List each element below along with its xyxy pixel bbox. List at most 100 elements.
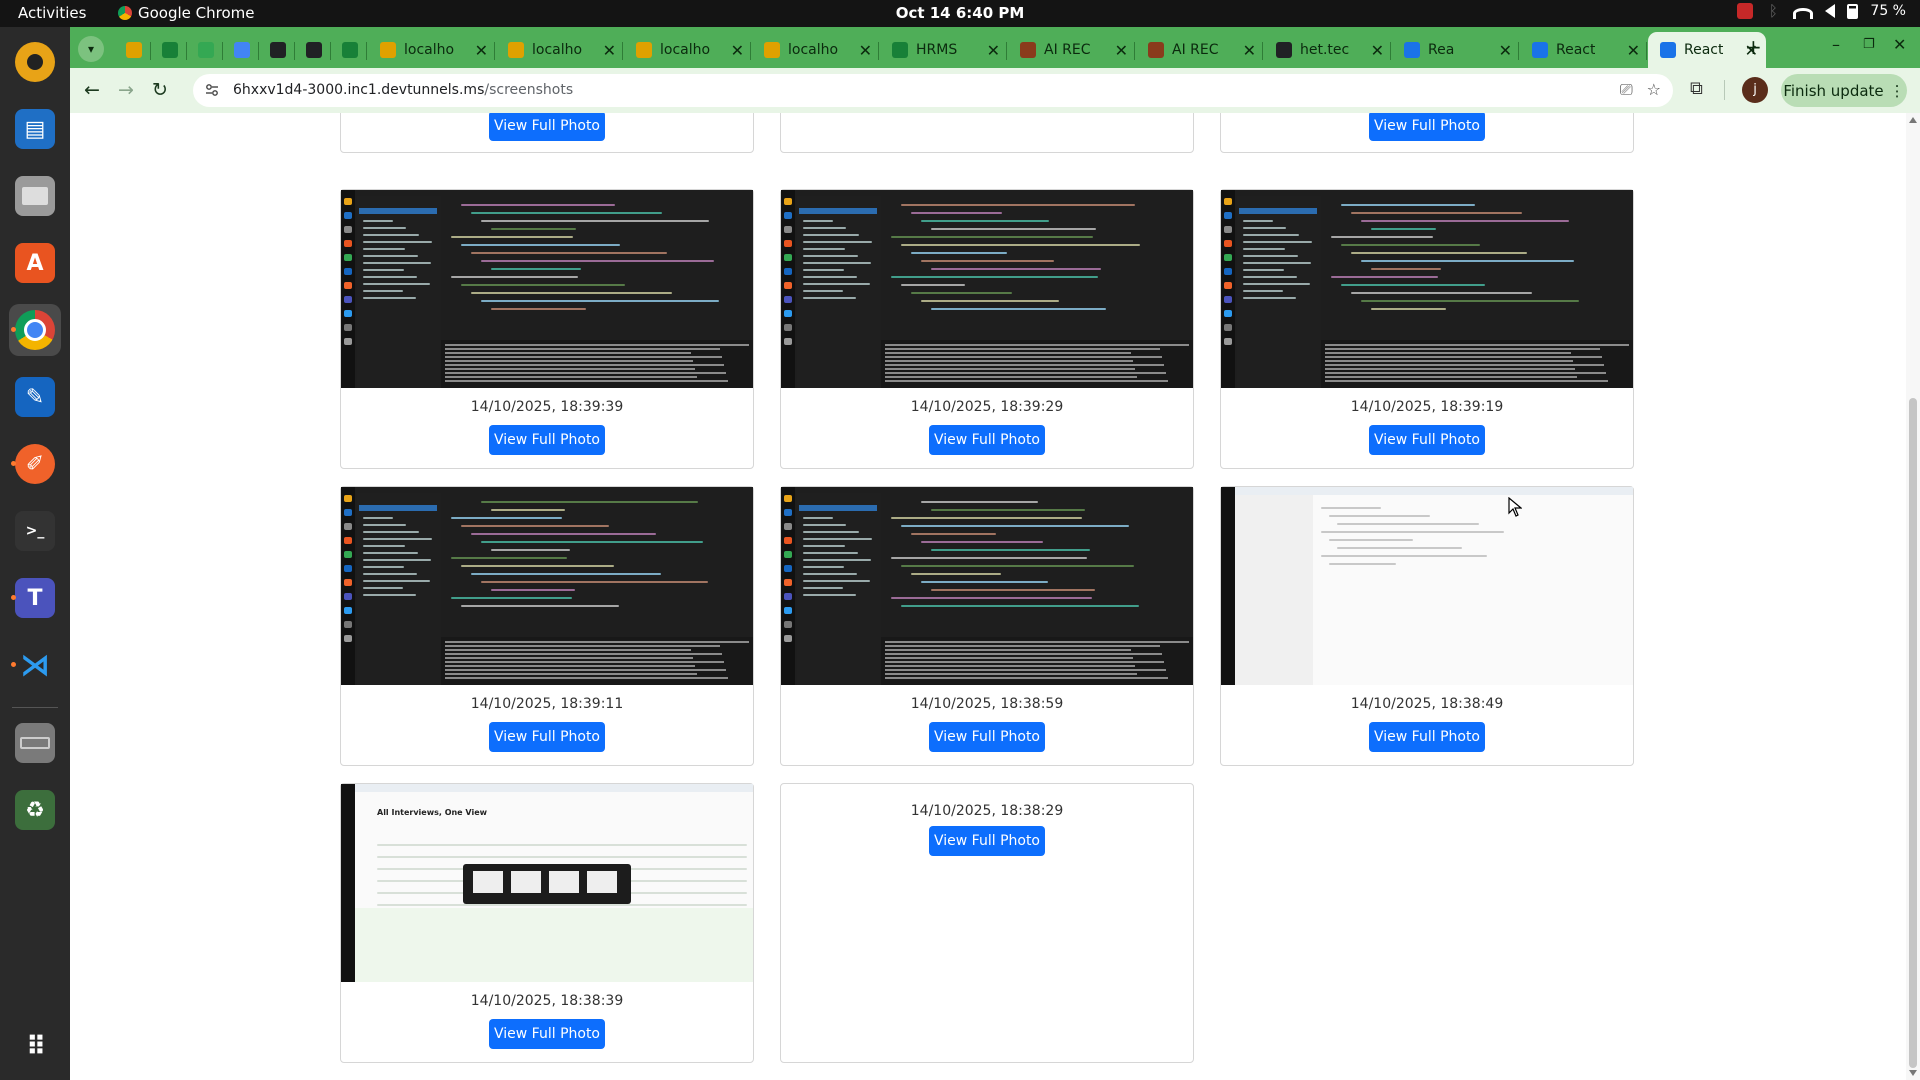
dock-terminal[interactable]: >_ (9, 505, 61, 557)
thumb-code-line (451, 557, 567, 559)
dock-vscode[interactable]: ⋊ (9, 639, 61, 691)
tab-favicon-icon (1660, 42, 1676, 58)
battery-icon[interactable] (1847, 3, 1859, 19)
thumb-explorer (357, 493, 441, 685)
tab-favicon-icon (126, 42, 142, 58)
page-viewport[interactable]: 14/10/2025, 18:40:09View Full Photo 14/10… (70, 113, 1920, 1080)
scrollbar-thumb[interactable] (1909, 398, 1917, 1068)
browser-tab[interactable]: localho ✕ (752, 32, 880, 68)
browser-tab[interactable]: AI REC ✕ (1136, 32, 1264, 68)
view-full-photo-button[interactable]: View Full Photo (489, 722, 605, 752)
browser-tab[interactable]: het.tec ✕ (1264, 32, 1392, 68)
wifi-icon[interactable] (1793, 7, 1814, 19)
view-full-photo-button[interactable]: View Full Photo (929, 722, 1045, 752)
thumb-code-line (481, 220, 709, 222)
dock-text-editor[interactable]: ✎ (9, 371, 61, 423)
dock-chrome[interactable] (9, 304, 61, 356)
minimize-button[interactable]: – (1832, 35, 1840, 54)
tab-close-icon[interactable]: ✕ (1115, 41, 1128, 60)
clock[interactable]: Oct 14 6:40 PM (0, 4, 1920, 22)
volume-icon[interactable] (1825, 4, 1836, 18)
screenshot-thumbnail[interactable] (1221, 190, 1633, 388)
dock-libreoffice-writer[interactable]: ▤ (9, 103, 61, 155)
browser-tab[interactable]: Rea ✕ (1392, 32, 1520, 68)
browser-tab[interactable]: localho ✕ (496, 32, 624, 68)
tab-separator (878, 42, 879, 60)
thumb-table-line (377, 856, 747, 858)
dock-app-center[interactable]: A (9, 237, 61, 289)
notification-app-icon[interactable] (1737, 3, 1754, 19)
restore-button[interactable]: ❐ (1863, 37, 1875, 52)
browser-tab[interactable]: React ✕ (1520, 32, 1648, 68)
tab-close-icon[interactable]: ✕ (1243, 41, 1256, 60)
bookmark-star-icon[interactable]: ☆ (1647, 80, 1661, 100)
view-full-photo-button[interactable]: View Full Photo (1369, 113, 1485, 141)
dock-teams[interactable]: T (9, 572, 61, 624)
close-window-button[interactable]: ✕ (1893, 35, 1906, 54)
back-button[interactable]: ← (80, 78, 104, 102)
screenshot-thumbnail[interactable] (341, 190, 753, 388)
new-tab-button[interactable]: + (1745, 35, 1762, 59)
tab-search-button[interactable]: ▾ (78, 36, 104, 62)
kebab-menu-icon: ⋮ (1889, 81, 1905, 100)
screenshot-thumbnail[interactable]: All Interviews, One View (341, 784, 753, 982)
browser-tab[interactable]: localho ✕ (368, 32, 496, 68)
profile-avatar[interactable]: j (1742, 77, 1768, 103)
dock-files[interactable] (9, 170, 61, 222)
text-editor-icon: ✎ (15, 377, 55, 417)
bluetooth-icon[interactable]: ᛒ (1765, 3, 1781, 19)
view-full-photo-button[interactable]: View Full Photo (489, 425, 605, 455)
finish-update-button[interactable]: Finish update ⋮ (1781, 74, 1907, 107)
page-scrollbar[interactable] (1906, 113, 1920, 1080)
tab-favicon-icon (1404, 42, 1420, 58)
tab-close-icon[interactable]: ✕ (603, 41, 616, 60)
thumb-code-line (1341, 204, 1475, 206)
tab-close-icon[interactable]: ✕ (475, 41, 488, 60)
view-full-photo-button[interactable]: View Full Photo (489, 1019, 605, 1049)
tab-close-icon[interactable]: ✕ (1627, 41, 1640, 60)
tab-close-icon[interactable]: ✕ (731, 41, 744, 60)
install-app-icon[interactable]: ⎚ (1620, 80, 1633, 100)
view-full-photo-button[interactable]: View Full Photo (489, 113, 605, 141)
thumb-code-line (891, 597, 1092, 599)
screenshot-card (780, 113, 1194, 153)
thumb-explorer (797, 493, 881, 685)
thumb-code-line (481, 581, 708, 583)
scroll-down-arrow[interactable] (1909, 1070, 1917, 1076)
system-tray[interactable]: ᛒ 75 % (1737, 3, 1906, 19)
tab-close-icon[interactable]: ✕ (987, 41, 1000, 60)
app-center-icon: A (15, 243, 55, 283)
site-info-icon[interactable] (205, 83, 219, 97)
tab-close-icon[interactable]: ✕ (1371, 41, 1384, 60)
view-full-photo-button[interactable]: View Full Photo (929, 425, 1045, 455)
screenshot-thumbnail[interactable] (1221, 487, 1633, 685)
address-bar[interactable]: 6hxxv1d4-3000.inc1.devtunnels.ms/screens… (193, 74, 1673, 107)
screenshot-card: 14/10/2025, 18:40:09View Full Photo (340, 113, 754, 153)
view-full-photo-button[interactable]: View Full Photo (1369, 722, 1485, 752)
screenshot-thumbnail[interactable] (341, 487, 753, 685)
view-full-photo-button[interactable]: View Full Photo (1369, 425, 1485, 455)
thumb-sidepanel (1235, 495, 1313, 685)
scroll-up-arrow[interactable] (1909, 117, 1917, 123)
screenshot-thumbnail[interactable] (781, 190, 1193, 388)
activities-button[interactable]: Activities (18, 4, 86, 22)
extensions-icon[interactable]: ⧉ (1690, 78, 1703, 99)
screenshot-card: 14/10/2025, 18:39:19 View Full Photo (1220, 189, 1634, 469)
browser-tab[interactable]: AI REC ✕ (1008, 32, 1136, 68)
dock-trash[interactable]: ♻ (9, 784, 61, 836)
forward-button[interactable]: → (114, 78, 138, 102)
view-full-photo-button[interactable]: View Full Photo (929, 826, 1045, 856)
screenshot-thumbnail[interactable] (781, 487, 1193, 685)
browser-tab[interactable]: HRMS ✕ (880, 32, 1008, 68)
thumb-text-line (1321, 531, 1504, 533)
show-apps-button[interactable]: ⠿ (9, 1021, 61, 1073)
dock-drawing[interactable]: ✐ (9, 438, 61, 490)
app-menu[interactable]: Google Chrome (118, 4, 255, 22)
browser-tab[interactable]: localho ✕ (624, 32, 752, 68)
reload-button[interactable]: ↻ (148, 78, 172, 102)
tab-close-icon[interactable]: ✕ (859, 41, 872, 60)
dock-drive[interactable] (9, 717, 61, 769)
tab-separator (1006, 42, 1007, 60)
tab-close-icon[interactable]: ✕ (1499, 41, 1512, 60)
dock-rhythmbox[interactable] (9, 36, 61, 88)
